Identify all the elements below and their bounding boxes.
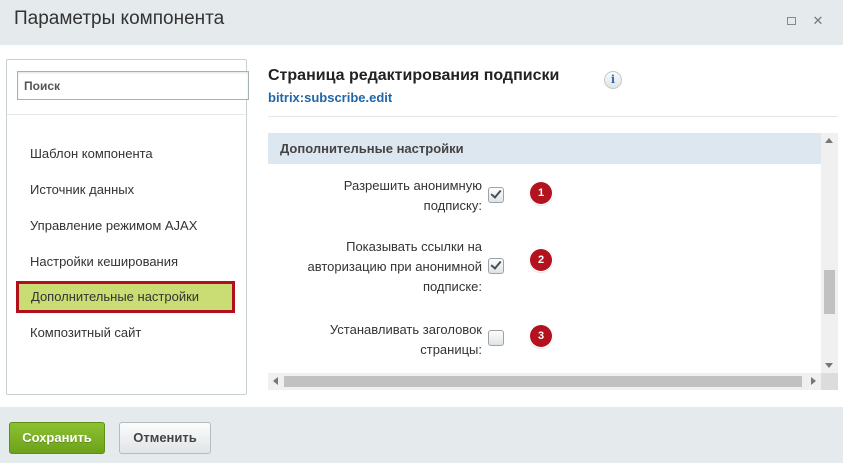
checkbox-set-title[interactable]	[488, 330, 504, 346]
scroll-down-icon[interactable]	[825, 363, 833, 368]
label-line: подписку:	[423, 198, 482, 213]
dialog-footer: Сохранить Отменить	[0, 407, 843, 463]
maximize-icon[interactable]	[784, 14, 798, 28]
close-icon[interactable]: ✕	[811, 14, 825, 28]
save-button[interactable]: Сохранить	[9, 422, 105, 454]
search-input[interactable]	[18, 72, 248, 99]
step-badge: 3	[530, 325, 552, 347]
scrollbar-thumb[interactable]	[824, 270, 835, 314]
cancel-button[interactable]: Отменить	[119, 422, 211, 454]
label-line: подписке:	[422, 279, 482, 294]
sidebar-item-ajax-mode[interactable]: Управление режимом AJAX	[16, 210, 235, 242]
label-line: страницы:	[420, 342, 482, 357]
label-line: Показывать ссылки на	[346, 239, 482, 254]
scroll-up-icon[interactable]	[825, 138, 833, 143]
info-icon[interactable]: i	[604, 71, 622, 89]
window-title: Параметры компонента	[14, 8, 225, 29]
scrollbar-corner	[821, 373, 838, 390]
sidebar-item-additional-settings[interactable]: Дополнительные настройки	[16, 281, 235, 313]
settings-scroll-area: Дополнительные настройки Разрешить анони…	[268, 133, 838, 391]
step-badge: 2	[530, 249, 552, 271]
label-line: Разрешить анонимную	[343, 178, 482, 193]
sidebar-item-caching[interactable]: Настройки кеширования	[16, 246, 235, 278]
property-label-auth-links: Показывать ссылки на авторизацию при ано…	[308, 237, 482, 297]
component-code: bitrix:subscribe.edit	[268, 90, 393, 105]
check-icon	[490, 258, 502, 270]
component-title: Страница редактирования подписки	[268, 67, 560, 84]
section-header: Дополнительные настройки	[268, 133, 821, 164]
step-badge: 1	[530, 182, 552, 204]
scrollbar-thumb[interactable]	[284, 376, 802, 387]
checkbox-auth-links[interactable]	[488, 258, 504, 274]
sidebar-item-composite-site[interactable]: Композитный сайт	[16, 317, 235, 349]
horizontal-scrollbar[interactable]	[268, 373, 821, 390]
header-divider	[268, 116, 838, 117]
label-line: авторизацию при анонимной	[307, 259, 482, 274]
window-titlebar: Параметры компонента ✕	[0, 0, 843, 45]
sidebar-item-template[interactable]: Шаблон компонента	[16, 138, 235, 170]
property-label-set-title: Устанавливать заголовок страницы:	[330, 320, 482, 360]
checkbox-anonymous-subscribe[interactable]	[488, 187, 504, 203]
vertical-scrollbar[interactable]	[821, 133, 838, 373]
label-line: Устанавливать заголовок	[329, 322, 482, 337]
check-icon	[490, 187, 502, 199]
search-field[interactable]	[17, 71, 249, 100]
sidebar-item-data-source[interactable]: Источник данных	[16, 174, 235, 206]
scroll-left-icon[interactable]	[273, 377, 278, 385]
sidebar-divider	[7, 114, 248, 115]
sidebar: Шаблон компонента Источник данных Управл…	[6, 59, 249, 395]
scroll-right-icon[interactable]	[811, 377, 816, 385]
property-label-anonymous-subscribe: Разрешить анонимную подписку:	[344, 176, 482, 216]
